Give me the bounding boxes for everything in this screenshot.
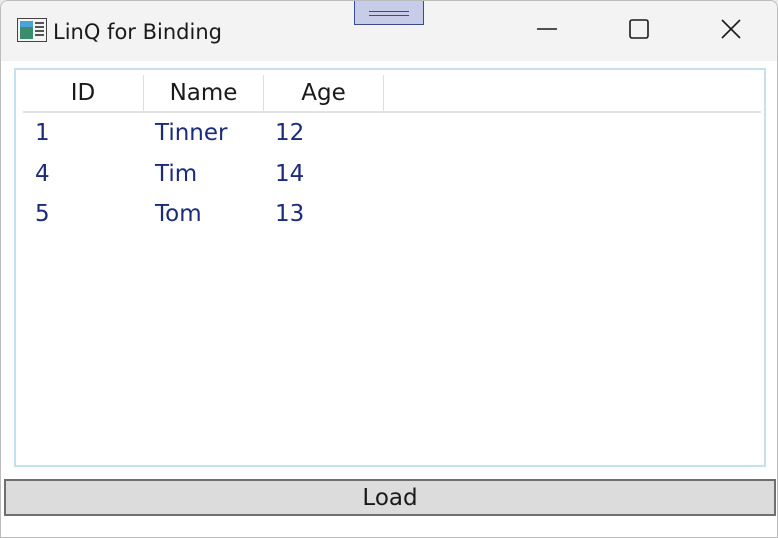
- table-row[interactable]: 5 Tom 13: [23, 194, 761, 234]
- cell-age: 14: [275, 161, 305, 187]
- cell-id: 1: [35, 120, 50, 146]
- cell-name: Tinner: [155, 120, 228, 146]
- app-window-icon: [17, 18, 47, 42]
- listview-header: ID Name Age: [23, 75, 761, 113]
- column-header-name[interactable]: Name: [144, 75, 264, 111]
- cell-id: 5: [35, 201, 50, 227]
- close-icon: [720, 18, 742, 44]
- maximize-button[interactable]: [593, 1, 685, 61]
- drag-grip-icon[interactable]: [354, 1, 424, 25]
- app-window: LinQ for Binding ID Name Age 1 Tinner 12…: [0, 0, 778, 538]
- cell-age: 12: [275, 120, 305, 146]
- students-listview[interactable]: ID Name Age 1 Tinner 12 4 Tim 14 5 Tom 1…: [14, 68, 766, 467]
- cell-name: Tom: [155, 201, 202, 227]
- column-header-age[interactable]: Age: [264, 75, 384, 111]
- minimize-icon: [536, 18, 558, 44]
- table-row[interactable]: 1 Tinner 12: [23, 113, 761, 153]
- cell-age: 13: [275, 201, 305, 227]
- window-title: LinQ for Binding: [53, 20, 222, 44]
- cell-id: 4: [35, 161, 50, 187]
- title-bar[interactable]: LinQ for Binding: [1, 1, 777, 61]
- load-button[interactable]: Load: [4, 479, 776, 516]
- maximize-icon: [628, 18, 650, 44]
- table-row[interactable]: 4 Tim 14: [23, 154, 761, 194]
- minimize-button[interactable]: [501, 1, 593, 61]
- cell-name: Tim: [155, 161, 198, 187]
- close-button[interactable]: [685, 1, 777, 61]
- column-header-id[interactable]: ID: [23, 75, 144, 111]
